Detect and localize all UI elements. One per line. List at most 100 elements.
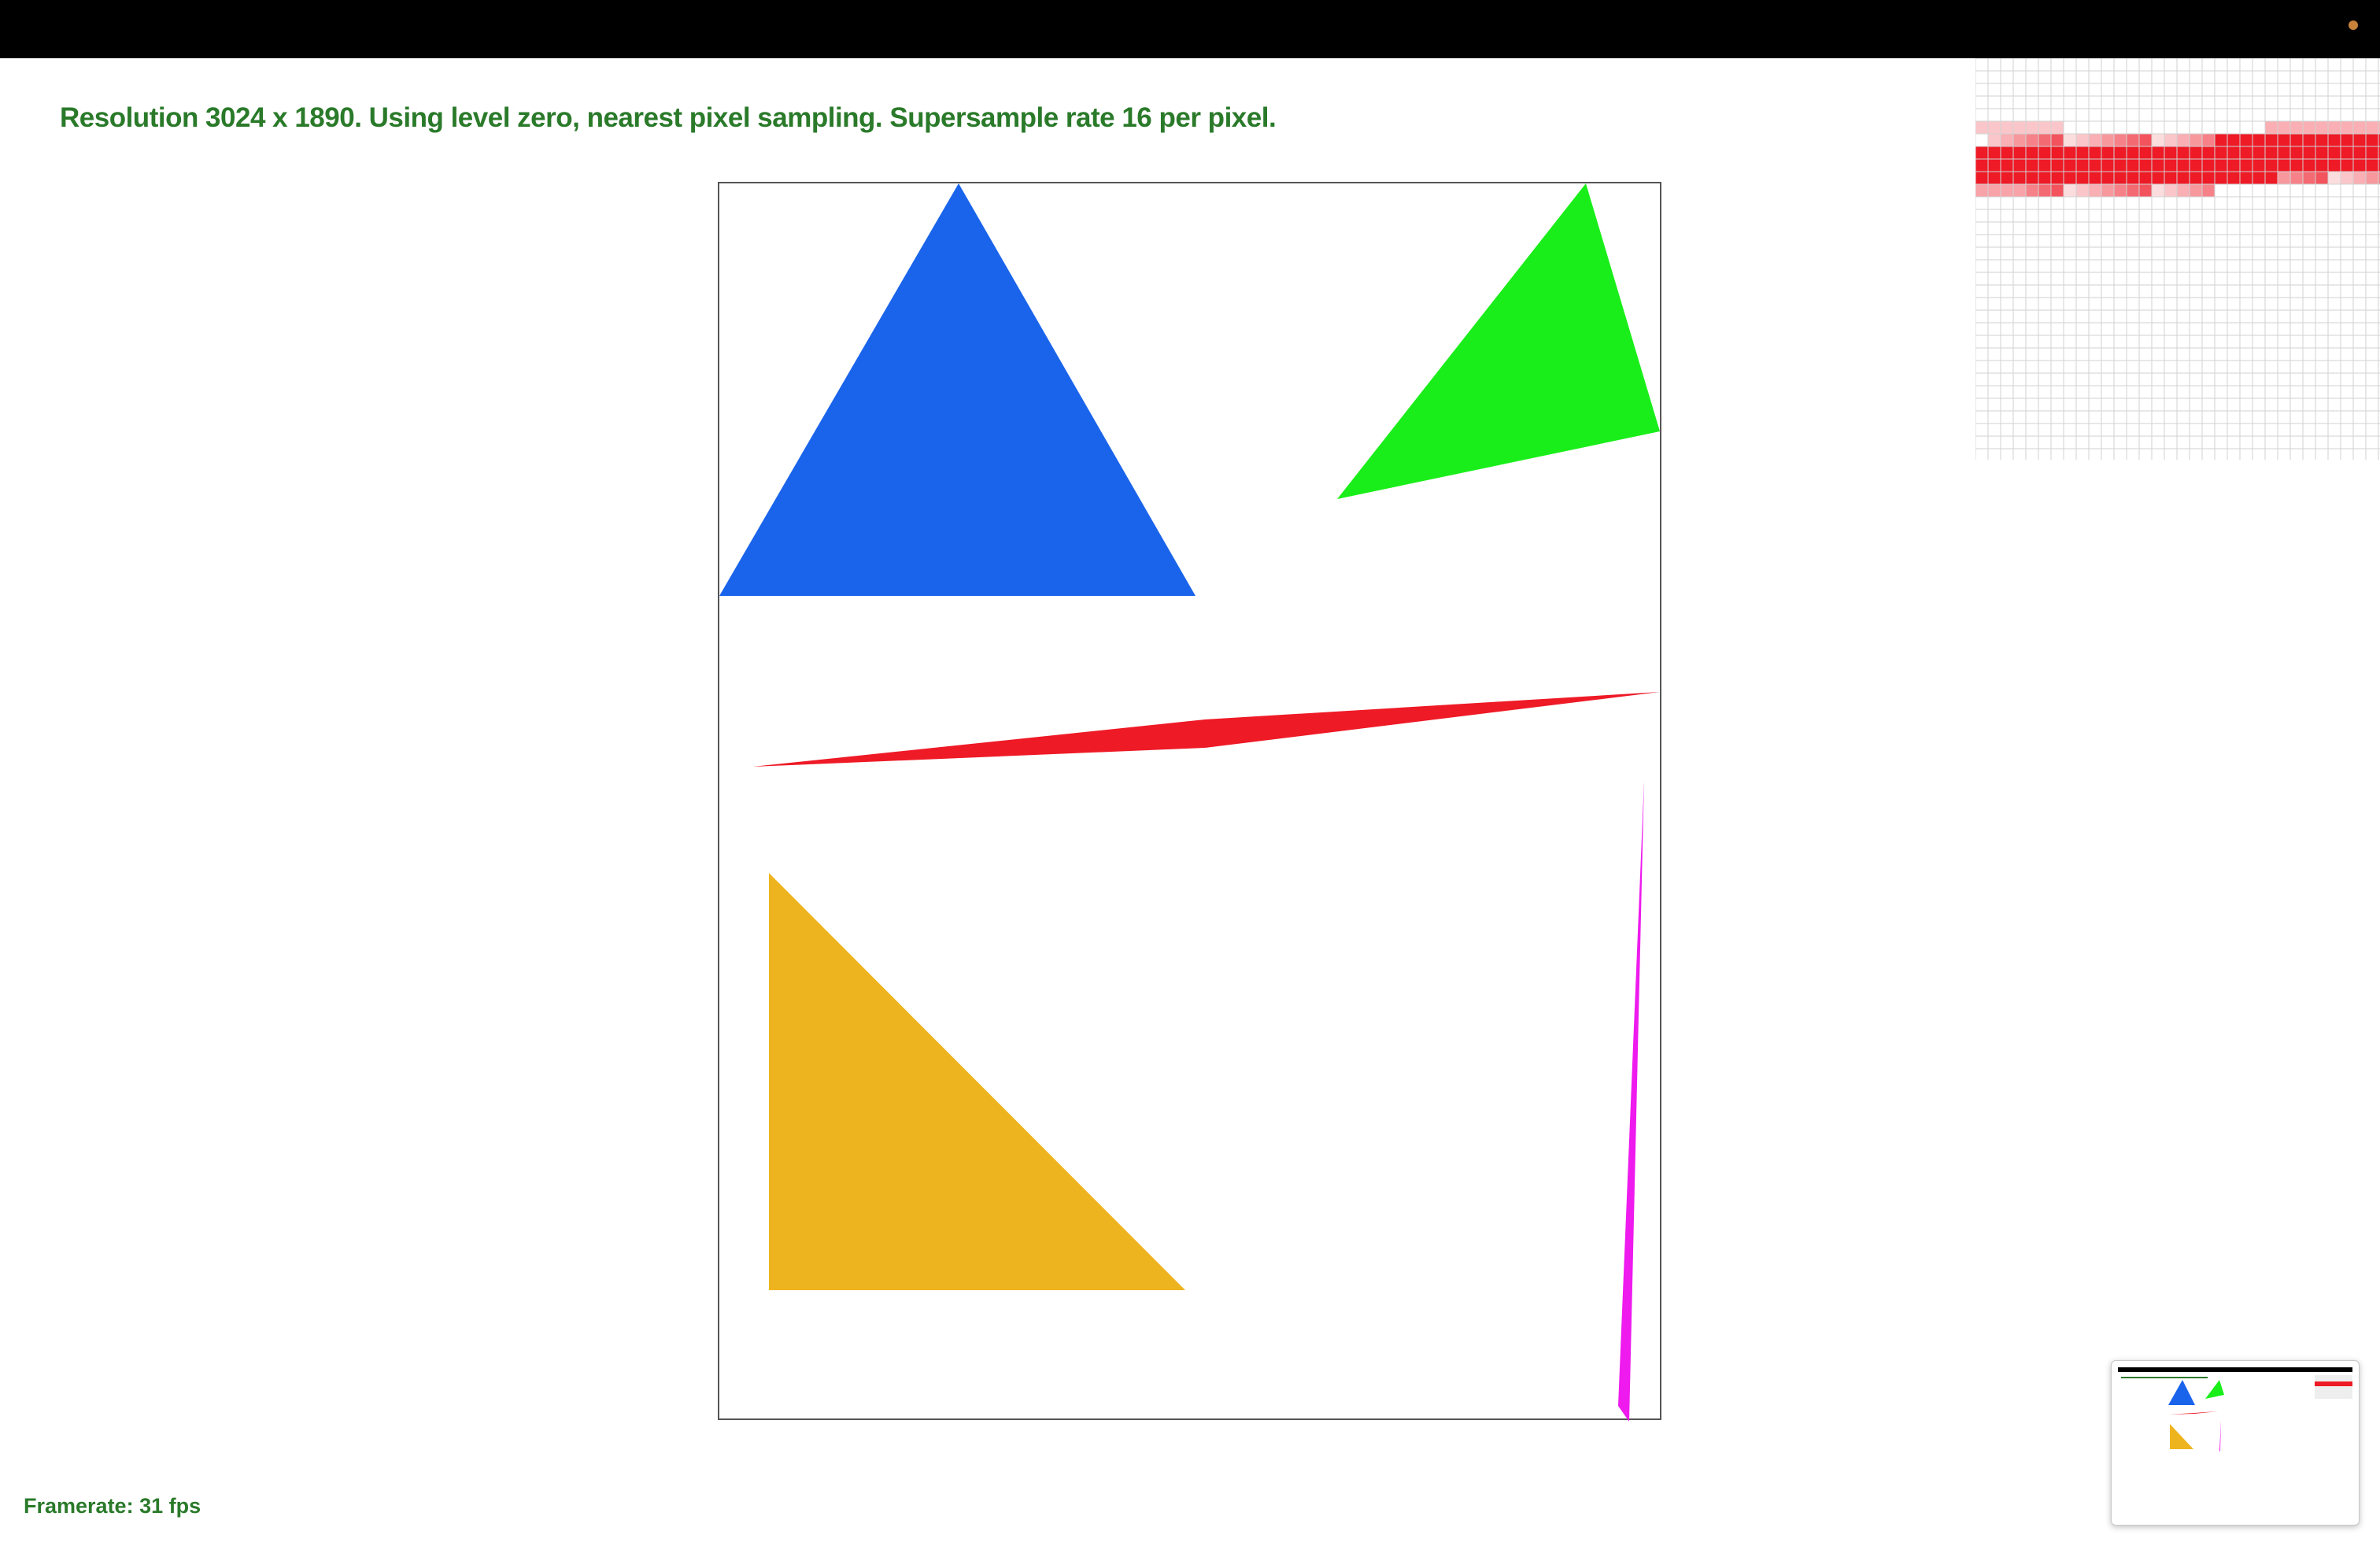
zoom-pixel — [2239, 70, 2253, 84]
zoom-pixel — [2164, 448, 2178, 460]
zoom-pixel — [2025, 221, 2039, 235]
zoom-pixel — [2214, 297, 2228, 311]
zoom-pixel — [2340, 335, 2354, 349]
zoom-pixel — [2176, 246, 2190, 261]
zoom-pixel — [1975, 171, 1989, 185]
zoom-pixel — [2063, 183, 2077, 198]
zoom-pixel — [2000, 58, 2014, 72]
zoom-pixel — [2239, 347, 2253, 361]
zoom-pixel — [2126, 335, 2140, 349]
zoom-pixel — [1987, 284, 2001, 298]
zoom-pixel — [2189, 385, 2203, 399]
zoom-pixel — [2352, 259, 2367, 273]
zoom-pixel — [2101, 209, 2115, 223]
zoom-pixel — [2101, 95, 2115, 109]
zoom-pixel — [2189, 272, 2203, 286]
zoom-pixel — [2214, 385, 2228, 399]
zoom-pixel — [2201, 322, 2216, 336]
zoom-pixel — [2050, 360, 2064, 374]
zoom-pixel — [2075, 209, 2090, 223]
zoom-pixel — [2352, 423, 2367, 437]
zoom-pixel — [2050, 435, 2064, 449]
zoom-pixel — [2340, 410, 2354, 424]
zoom-pixel — [2050, 297, 2064, 311]
zoom-pixel — [2201, 284, 2216, 298]
zoom-pixel — [2025, 410, 2039, 424]
zoom-pixel — [2239, 385, 2253, 399]
zoom-pixel — [1975, 146, 1989, 160]
zoom-pixel — [2340, 171, 2354, 185]
zoom-pixel — [2012, 347, 2027, 361]
zoom-pixel — [2302, 70, 2316, 84]
zoom-pixel — [2302, 95, 2316, 109]
status-text: Resolution 3024 x 1890. Using level zero… — [60, 102, 1277, 133]
zoom-pixel — [2075, 171, 2090, 185]
zoom-pixel — [2365, 448, 2379, 460]
zoom-pixel — [2088, 435, 2102, 449]
zoom-pixel — [2189, 221, 2203, 235]
zoom-pixel — [2201, 108, 2216, 122]
zoom-pixel — [2214, 221, 2228, 235]
zoom-pixel — [2189, 171, 2203, 185]
window-thumbnail[interactable] — [2111, 1360, 2360, 1526]
zoom-pixel — [2277, 133, 2291, 147]
zoom-pixel — [2352, 246, 2367, 261]
zoom-pixel — [2000, 435, 2014, 449]
zoom-pixel — [2138, 398, 2153, 412]
zoom-pixel — [2088, 146, 2102, 160]
zoom-pixel — [2151, 322, 2165, 336]
zoom-pixel — [2227, 196, 2241, 210]
render-canvas[interactable] — [718, 182, 1661, 1422]
zoom-pixel — [2012, 95, 2027, 109]
zoom-pixel — [2239, 259, 2253, 273]
zoom-pixel — [2239, 410, 2253, 424]
zoom-pixel — [1987, 158, 2001, 172]
zoom-pixel — [2000, 209, 2014, 223]
zoom-pixel — [2315, 146, 2329, 160]
recording-indicator-icon — [2349, 20, 2358, 30]
zoom-pixel — [1987, 120, 2001, 135]
zoom-pixel — [2126, 259, 2140, 273]
zoom-pixel — [2189, 322, 2203, 336]
zoom-pixel — [2176, 171, 2190, 185]
zoom-pixel — [2227, 335, 2241, 349]
zoom-pixel — [2277, 297, 2291, 311]
zoom-pixel — [2277, 259, 2291, 273]
zoom-pixel — [2025, 272, 2039, 286]
zoom-pixel — [2101, 221, 2115, 235]
zoom-pixel — [2088, 272, 2102, 286]
zoom-pixel — [2302, 448, 2316, 460]
zoom-pixel — [2227, 209, 2241, 223]
zoom-pixel — [2176, 259, 2190, 273]
zoom-pixel — [2315, 259, 2329, 273]
zoom-pixel — [2151, 108, 2165, 122]
zoom-pixel — [2252, 272, 2266, 286]
zoom-pixel — [2201, 385, 2216, 399]
zoom-pixel — [2315, 95, 2329, 109]
zoom-pixel — [2340, 372, 2354, 386]
zoom-pixel — [2239, 234, 2253, 248]
zoom-pixel — [2327, 410, 2341, 424]
zoom-pixel — [2113, 246, 2127, 261]
zoom-pixel — [2151, 309, 2165, 324]
zoom-pixel — [2252, 58, 2266, 72]
zoom-pixel — [2289, 435, 2304, 449]
zoom-pixel — [2025, 385, 2039, 399]
zoom-pixel — [2239, 108, 2253, 122]
zoom-pixel — [2365, 196, 2379, 210]
zoom-pixel — [2025, 309, 2039, 324]
zoom-pixel — [2000, 309, 2014, 324]
zoom-pixel — [2365, 322, 2379, 336]
zoom-pixel — [2101, 410, 2115, 424]
zoom-pixel — [2289, 448, 2304, 460]
framerate-text: Framerate: 31 fps — [24, 1494, 201, 1518]
zoom-pixel — [2315, 171, 2329, 185]
zoom-pixel — [2214, 70, 2228, 84]
zoom-pixel — [2289, 335, 2304, 349]
zoom-pixel — [2025, 398, 2039, 412]
zoom-pixel — [1975, 322, 1989, 336]
zoom-pixel — [1975, 120, 1989, 135]
zoom-pixel — [2038, 272, 2052, 286]
zoom-pixel — [2063, 133, 2077, 147]
zoom-pixel — [2050, 347, 2064, 361]
